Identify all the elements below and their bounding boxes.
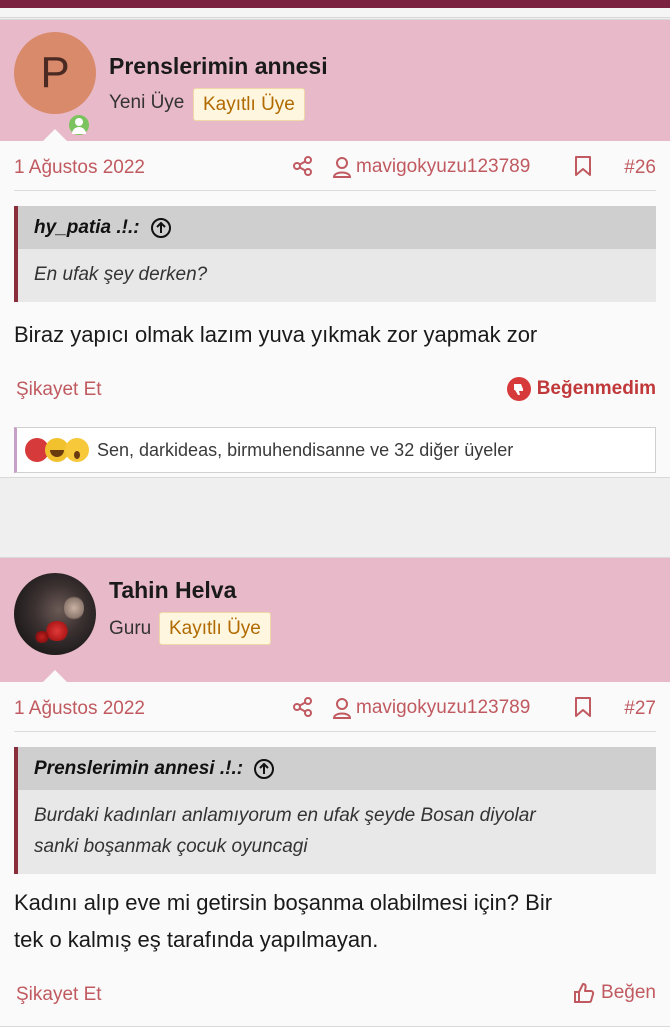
arrow-up-circle-icon[interactable] bbox=[253, 758, 275, 780]
post-content: Kadını alıp eve mi getirsin boşanma olab… bbox=[14, 884, 656, 958]
report-button[interactable]: Şikayet Et bbox=[16, 984, 102, 1006]
quote-header[interactable]: Prenslerimin annesi .!.: bbox=[18, 747, 656, 790]
quote-text: Burdaki kadınları anlamıyorum en ufak şe… bbox=[18, 790, 656, 874]
thumbs-down-icon bbox=[506, 377, 531, 401]
user-badge: Kayıtlı Üye bbox=[193, 88, 305, 121]
quote-block: Prenslerimin annesi .!.: Burdaki kadınla… bbox=[14, 747, 656, 874]
avatar-face bbox=[64, 595, 84, 621]
username[interactable]: Tahin Helva bbox=[109, 577, 236, 604]
avatar[interactable]: P bbox=[14, 32, 96, 114]
bookmark-icon[interactable] bbox=[574, 155, 592, 183]
dislike-button[interactable]: Beğenmedim bbox=[506, 377, 656, 401]
share-icon[interactable] bbox=[292, 155, 314, 177]
post-date[interactable]: 1 Ağustos 2022 bbox=[14, 698, 145, 720]
bookmark-icon[interactable] bbox=[574, 696, 592, 724]
report-button[interactable]: Şikayet Et bbox=[16, 379, 102, 401]
poster-link[interactable]: mavigokyuzu123789 bbox=[332, 155, 530, 179]
like-label: Beğen bbox=[601, 982, 656, 1003]
reactions-bar[interactable]: Sen, darkideas, birmuhendisanne ve 32 di… bbox=[14, 427, 656, 473]
post-header: P Prenslerimin annesi Yeni Üye Kayıtlı Ü… bbox=[0, 20, 670, 142]
poster-name: mavigokyuzu123789 bbox=[356, 697, 531, 718]
content-line: tek o kalmış eş tarafında yapılmayan. bbox=[14, 927, 379, 952]
post-number[interactable]: #27 bbox=[624, 698, 656, 720]
reactions-summary[interactable]: Sen, darkideas, birmuhendisanne ve 32 di… bbox=[97, 440, 513, 461]
dislike-label: Beğenmedim bbox=[536, 378, 656, 399]
post-meta: 1 Ağustos 2022 mavigokyuzu123789 #27 bbox=[14, 682, 656, 732]
post-actions: Şikayet Et Beğen bbox=[14, 968, 656, 1022]
quote-header[interactable]: hy_patia .!.: bbox=[18, 206, 656, 249]
share-icon[interactable] bbox=[292, 696, 314, 718]
post-meta: 1 Ağustos 2022 mavigokyuzu123789 #26 bbox=[14, 141, 656, 191]
post-content: Biraz yapıcı olmak lazım yuva yıkmak zor… bbox=[14, 322, 538, 347]
quote-line: sanki boşanmak çocuk oyuncagi bbox=[34, 836, 308, 857]
user-badge: Kayıtlı Üye bbox=[159, 612, 271, 645]
thumbs-up-icon bbox=[574, 983, 595, 1003]
user-title: Yeni Üye bbox=[109, 92, 185, 113]
content-line: Kadını alıp eve mi getirsin boşanma olab… bbox=[14, 890, 553, 915]
avatar[interactable] bbox=[14, 573, 96, 655]
avatar-flower-2 bbox=[34, 631, 50, 643]
poster-link[interactable]: mavigokyuzu123789 bbox=[332, 696, 530, 720]
quote-line: Burdaki kadınları anlamıyorum en ufak şe… bbox=[34, 805, 536, 826]
quote-author: hy_patia .!.: bbox=[34, 216, 140, 238]
post-date[interactable]: 1 Ağustos 2022 bbox=[14, 157, 145, 179]
poster-name: mavigokyuzu123789 bbox=[356, 156, 531, 177]
quote-text: En ufak şey derken? bbox=[34, 264, 208, 285]
user-icon bbox=[332, 698, 352, 719]
top-strip bbox=[0, 8, 670, 18]
post-27: Tahin Helva Guru Kayıtlı Üye 1 Ağustos 2… bbox=[0, 557, 670, 1027]
post-actions: Şikayet Et Beğenmedim bbox=[14, 363, 656, 417]
quote-block: hy_patia .!.: En ufak şey derken? bbox=[14, 206, 656, 302]
online-status-icon bbox=[66, 112, 92, 138]
wow-reaction-icon bbox=[65, 438, 89, 462]
post-26: P Prenslerimin annesi Yeni Üye Kayıtlı Ü… bbox=[0, 19, 670, 478]
arrow-up-circle-icon[interactable] bbox=[150, 217, 172, 239]
post-number[interactable]: #26 bbox=[624, 157, 656, 179]
user-title: Guru bbox=[109, 618, 152, 639]
quote-author: Prenslerimin annesi .!.: bbox=[34, 757, 244, 779]
username[interactable]: Prenslerimin annesi bbox=[109, 53, 328, 80]
top-bar bbox=[0, 0, 670, 8]
user-icon bbox=[332, 157, 352, 178]
post-header: Tahin Helva Guru Kayıtlı Üye bbox=[0, 558, 670, 683]
like-button[interactable]: Beğen bbox=[573, 982, 656, 1004]
